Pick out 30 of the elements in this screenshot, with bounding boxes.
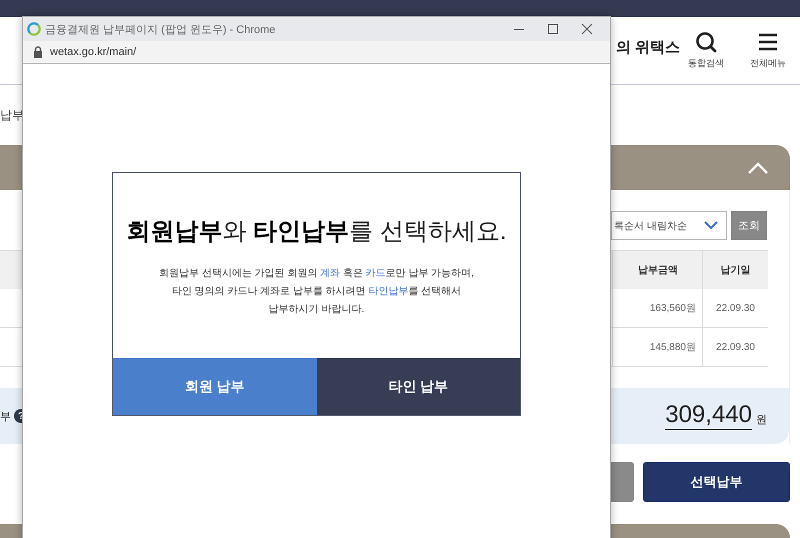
header-action[interactable]: 전체메뉴 bbox=[744, 31, 792, 70]
table-cell: 22.09.30 bbox=[702, 328, 768, 366]
currency-unit: 원 bbox=[756, 412, 767, 426]
site-title: 의 위택스 bbox=[616, 38, 680, 57]
payment-button[interactable]: 회원 납부 bbox=[113, 358, 316, 415]
chevron-icon bbox=[704, 221, 718, 230]
table-cell: 145,880원 bbox=[612, 328, 702, 366]
caret-icon[interactable] bbox=[748, 162, 768, 174]
table-cell: 163,560원 bbox=[612, 289, 702, 328]
lock-icon bbox=[33, 46, 43, 58]
close-icon[interactable] bbox=[580, 22, 594, 36]
dialog-message: 회원납부 선택시에는 가입된 회원의 계좌 혹은 카드로만 납부 가능하며, 타인 명의의 카드나 계좌로 납부를 하시려면 타인납부를 선택해서 납부하시기 바랍니다. bbox=[158, 267, 476, 317]
submit-button[interactable]: 선택납부 bbox=[643, 462, 790, 502]
total-amount: 309,440 bbox=[665, 402, 752, 430]
breadcrumb: 납부 bbox=[0, 106, 24, 124]
app-icon bbox=[27, 22, 41, 36]
sort-select[interactable]: 록순서 내림차순 bbox=[611, 211, 727, 240]
search-icon bbox=[695, 31, 717, 53]
table-cell: 22.09.30 bbox=[702, 289, 768, 328]
dialog-title: 회원납부와 타인납부를 선택하세요. bbox=[125, 217, 508, 247]
search-button[interactable]: 조회 bbox=[731, 211, 767, 240]
header-action[interactable]: 통합검색 bbox=[682, 31, 730, 70]
total-label: 부 bbox=[0, 410, 11, 424]
payment-button[interactable]: 타인 납부 bbox=[316, 358, 520, 415]
column-header: 납부금액 bbox=[612, 250, 702, 289]
maximize-icon[interactable] bbox=[546, 22, 560, 36]
column-header: 납기일 bbox=[702, 250, 768, 289]
window-title: 금융결제원 납부페이지 (팝업 윈도우) - Chrome bbox=[45, 22, 276, 36]
menu-icon bbox=[757, 31, 779, 53]
address-bar[interactable]: wetax.go.kr/main/ bbox=[50, 46, 136, 58]
